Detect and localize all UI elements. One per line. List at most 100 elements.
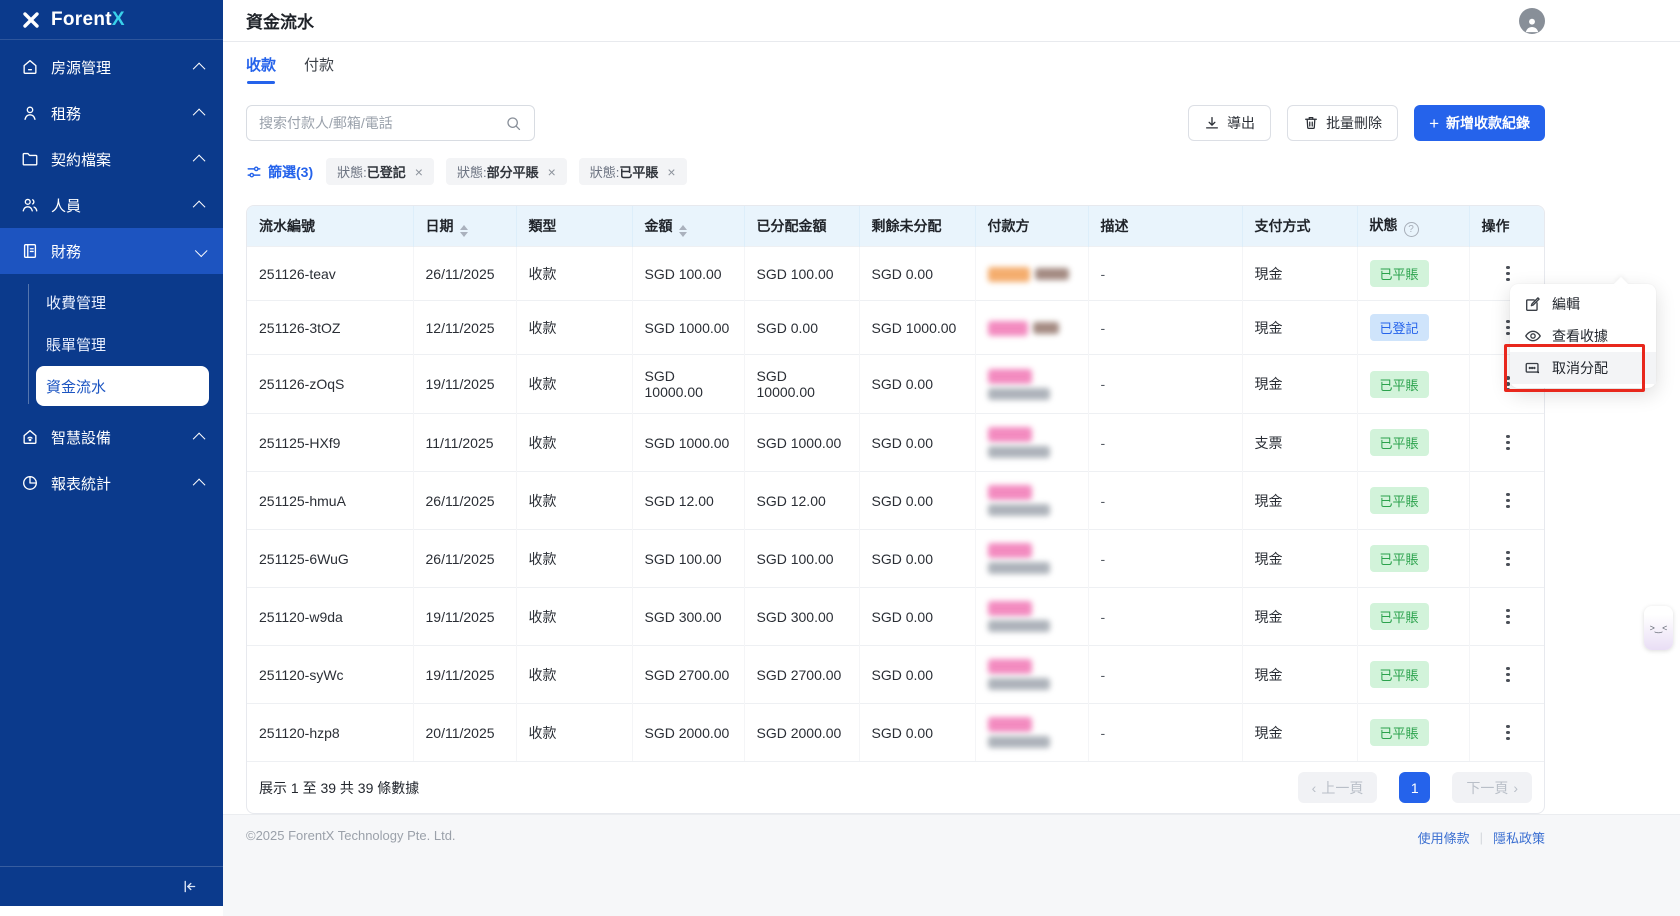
user-avatar[interactable] <box>1519 7 1545 34</box>
device-icon <box>21 428 39 446</box>
cell-payer-redacted <box>975 246 1089 301</box>
brand-logo[interactable]: ForentX <box>0 0 223 40</box>
privacy-link[interactable]: 隱私政策 <box>1493 828 1545 847</box>
cell-remaining: SGD 0.00 <box>859 354 976 414</box>
sidebar-footer <box>0 866 223 906</box>
table-row: 251125-hmuA 26/11/2025 收款 SGD 12.00 SGD 12.0… <box>247 471 1544 530</box>
context-menu-item-取消分配[interactable]: 取消分配 <box>1510 352 1656 384</box>
sidebar-item-properties[interactable]: 房源管理 <box>0 44 223 90</box>
brand-logo-icon <box>20 9 42 31</box>
copyright-text: ©2025 ForentX Technology Pte. Ltd. <box>246 828 456 843</box>
sidebar-item-finance[interactable]: 財務 <box>0 228 223 274</box>
cell-type: 收款 <box>516 354 633 414</box>
bulk-delete-button[interactable]: 批量刪除 <box>1287 105 1399 141</box>
context-menu-item-編輯[interactable]: 編輯 <box>1510 288 1656 320</box>
close-icon[interactable]: × <box>415 165 423 179</box>
cell-payment-method: 支票 <box>1242 413 1358 472</box>
chevron-up-icon <box>192 108 206 121</box>
table-row: 251120-syWc 19/11/2025 收款 SGD 2700.00 SGD 27… <box>247 645 1544 704</box>
card-icon <box>1524 359 1542 377</box>
cell-date: 20/11/2025 <box>413 703 517 761</box>
row-actions-button[interactable] <box>1501 546 1515 572</box>
context-menu-item-label: 編輯 <box>1552 296 1580 312</box>
export-button[interactable]: 導出 <box>1188 105 1272 141</box>
close-icon[interactable]: × <box>667 165 675 179</box>
sidebar-item-people[interactable]: 人員 <box>0 182 223 228</box>
cell-type: 收款 <box>516 703 633 761</box>
row-actions-button[interactable] <box>1501 604 1515 630</box>
column-header-操作: 操作 <box>1469 206 1544 247</box>
sidebar-item-reports[interactable]: 報表統計 <box>0 460 223 506</box>
cell-description: - <box>1088 413 1243 472</box>
filter-chip-label: 狀態:部分平賬 <box>457 162 539 181</box>
current-page-button[interactable]: 1 <box>1399 772 1431 803</box>
sidebar-subitem-bills[interactable]: 賬單管理 <box>36 324 209 364</box>
filter-button[interactable]: 篩選(3) <box>246 162 313 182</box>
toolbar: 導出 批量刪除 + 新增收款紀錄 <box>246 105 1545 141</box>
table-row: 251126-zOqS 19/11/2025 收款 SGD 10000.00 SGD 1… <box>247 354 1544 414</box>
content: 收款 付款 導出 批量刪除 <box>223 42 1680 814</box>
row-actions-button[interactable] <box>1501 261 1515 287</box>
cell-type: 收款 <box>516 300 633 355</box>
column-header-label: 支付方式 <box>1254 218 1311 234</box>
help-icon[interactable]: ? <box>1403 222 1419 237</box>
next-page-button[interactable]: 下一頁 › <box>1452 772 1532 803</box>
column-header-金額: 金額 <box>632 206 745 247</box>
tab-payments[interactable]: 付款 <box>304 54 334 84</box>
column-header-狀態: 狀態? <box>1357 206 1470 247</box>
filter-chip: 狀態:已登記 × <box>326 158 434 185</box>
cell-payment-method: 現金 <box>1242 471 1358 530</box>
user-icon <box>21 104 39 122</box>
pagination: 展示 1 至 39 共 39 條數據 ‹ 上一頁 1 下一頁 › <box>247 761 1544 813</box>
row-context-menu: 編輯查看收據取消分配 <box>1510 284 1656 388</box>
column-header-剩餘未分配: 剩餘未分配 <box>859 206 976 247</box>
context-menu-item-label: 取消分配 <box>1552 360 1608 376</box>
table-row: 251125-6WuG 26/11/2025 收款 SGD 100.00 SGD 100… <box>247 529 1544 588</box>
sidebar-item-devices[interactable]: 智慧設備 <box>0 414 223 460</box>
row-actions-button[interactable] <box>1501 430 1515 456</box>
cell-allocated: SGD 100.00 <box>744 529 860 588</box>
terms-link[interactable]: 使用條款 <box>1418 828 1470 847</box>
cell-remaining: SGD 0.00 <box>859 587 976 646</box>
row-actions-button[interactable] <box>1501 720 1515 746</box>
table-card: 流水編號 日期 類型 金額 已分配金額 剩餘未分配 付款方 描述 支付方式 狀態? 操作 25112… <box>246 205 1545 814</box>
cell-amount: SGD 2700.00 <box>632 645 745 704</box>
tab-receipts[interactable]: 收款 <box>246 54 276 84</box>
row-actions-button[interactable] <box>1501 488 1515 514</box>
table-row: 251120-hzp8 20/11/2025 收款 SGD 2000.00 SGD 20… <box>247 703 1544 761</box>
row-actions-button[interactable] <box>1501 662 1515 688</box>
sidebar-item-leasing[interactable]: 租務 <box>0 90 223 136</box>
cell-payer-redacted <box>975 703 1089 761</box>
feedback-widget[interactable]: >‿< <box>1644 606 1673 650</box>
search-input[interactable] <box>259 115 505 131</box>
sidebar-item-contracts[interactable]: 契約檔案 <box>0 136 223 182</box>
cell-allocated: SGD 0.00 <box>744 300 860 355</box>
finance-icon <box>21 242 39 260</box>
cell-status: 已登記 <box>1357 300 1470 355</box>
prev-page-button[interactable]: ‹ 上一頁 <box>1297 772 1378 803</box>
search-box[interactable] <box>246 105 535 141</box>
cell-allocated: SGD 2000.00 <box>744 703 860 761</box>
add-receipt-button[interactable]: + 新增收款紀錄 <box>1414 105 1545 141</box>
close-icon[interactable]: × <box>548 165 556 179</box>
cell-description: - <box>1088 246 1243 301</box>
chevron-left-icon: ‹ <box>1311 779 1317 796</box>
chevron-down-icon <box>194 243 208 257</box>
sidebar-subitem-label: 收費管理 <box>46 294 107 312</box>
sort-icon[interactable] <box>459 224 468 237</box>
cell-flow-id: 251120-syWc <box>247 645 414 704</box>
collapse-sidebar-icon[interactable] <box>179 877 199 897</box>
sidebar-subitem-cashflow[interactable]: 資金流水 <box>36 366 209 406</box>
sidebar-subitem-fees[interactable]: 收費管理 <box>36 282 209 322</box>
cell-status: 已平賬 <box>1357 645 1470 704</box>
context-menu-item-label: 查看收據 <box>1552 328 1608 344</box>
context-menu-item-查看收據[interactable]: 查看收據 <box>1510 320 1656 352</box>
column-header-label: 狀態 <box>1369 217 1398 233</box>
cell-flow-id: 251125-6WuG <box>247 529 414 588</box>
cell-remaining: SGD 0.00 <box>859 413 976 472</box>
sort-icon[interactable] <box>678 224 687 237</box>
cell-amount: SGD 100.00 <box>632 246 745 301</box>
cell-actions <box>1469 703 1544 761</box>
sidebar-item-label: 報表統計 <box>51 475 112 493</box>
status-badge: 已平賬 <box>1369 661 1429 688</box>
